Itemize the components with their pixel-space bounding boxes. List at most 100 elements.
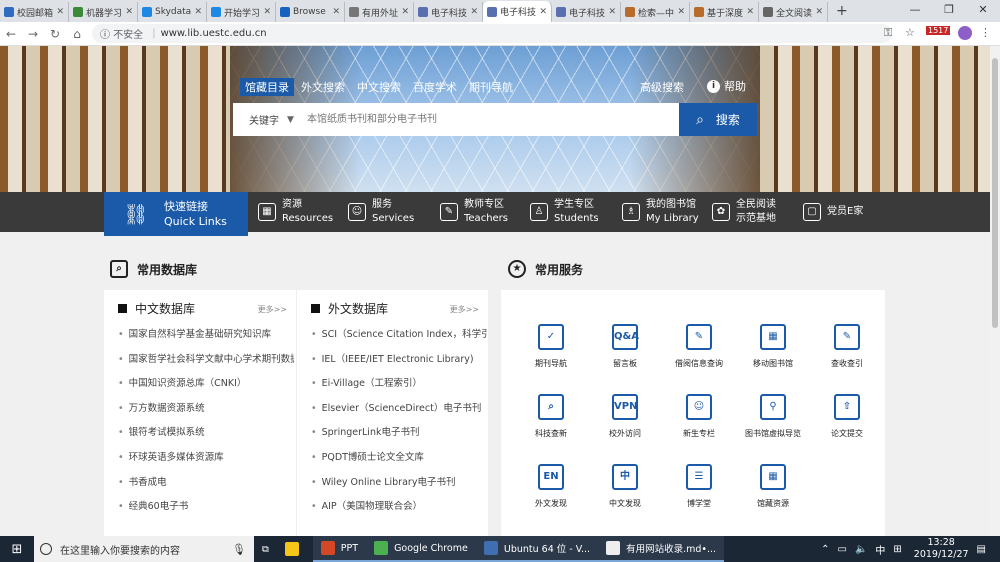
close-tab-icon[interactable]: ✕	[608, 7, 616, 17]
browser-tab[interactable]: 检索—中 ✕	[621, 2, 690, 22]
database-link[interactable]: PQDT博硕士论文全文库	[311, 451, 487, 476]
back-icon[interactable]: ←	[0, 27, 22, 41]
forward-icon[interactable]: →	[22, 27, 44, 41]
close-tab-icon[interactable]: ✕	[263, 7, 271, 17]
nav-item-students[interactable]: ♙ 学生专区 Students	[530, 192, 599, 232]
database-link[interactable]: Ei-Village（工程索引）	[311, 377, 487, 402]
close-tab-icon[interactable]: ✕	[470, 7, 478, 17]
network-icon[interactable]: ▭	[837, 544, 846, 555]
advanced-search-link[interactable]: 高级搜索	[640, 79, 684, 95]
browser-tab[interactable]: Skydata ✕	[138, 2, 207, 22]
service-item[interactable]: Q&A 留言板	[595, 324, 655, 369]
windows-start-icon[interactable]: ⊞	[0, 542, 34, 557]
key-icon[interactable]: ⚿	[884, 26, 892, 40]
maximize-button[interactable]: ❐	[932, 0, 966, 22]
database-link[interactable]: 国家自然科学基金基础研究知识库	[118, 328, 294, 353]
database-link[interactable]: 万方数据资源系统	[118, 402, 294, 427]
browser-tab[interactable]: 开始学习 ✕	[207, 2, 276, 22]
nav-item-my-library[interactable]: ♗ 我的图书馆 My Library	[622, 192, 699, 232]
search-button[interactable]: ⌕ 搜索	[679, 103, 757, 136]
service-item[interactable]: EN 外文发现	[521, 464, 581, 509]
page-scrollbar[interactable]	[990, 46, 1000, 536]
service-item[interactable]: 中中文发现	[595, 464, 655, 509]
reload-icon[interactable]: ↻	[44, 27, 66, 41]
browser-tab[interactable]: 全文阅读 ✕	[759, 2, 828, 22]
microphone-icon[interactable]: 🎙	[232, 543, 246, 556]
close-tab-icon[interactable]: ✕	[125, 7, 133, 17]
service-item[interactable]: ☰ 博学堂	[669, 464, 729, 509]
database-link[interactable]: Wiley Online Library电子书刊	[311, 476, 487, 501]
database-link[interactable]: 国家哲学社会科学文献中心学术期刊数据	[118, 353, 294, 378]
taskbar-app[interactable]: PPT	[312, 536, 367, 562]
close-window-button[interactable]: ✕	[966, 0, 1000, 22]
database-link[interactable]: 经典60电子书	[118, 500, 294, 525]
service-item[interactable]: ⌕ 科技查新	[521, 394, 581, 439]
browser-tab[interactable]: 电子科技 ✕	[483, 1, 552, 22]
browser-tab[interactable]: 电子科技 ✕	[414, 2, 483, 22]
nav-item-resources[interactable]: ▦ 资源 Resources	[258, 192, 333, 232]
database-link[interactable]: 中国知识资源总库（CNKI）	[118, 377, 294, 402]
service-item[interactable]: VPN 校外访问	[595, 394, 655, 439]
browser-tab[interactable]: 有用外址 ✕	[345, 2, 414, 22]
sticky-notes-icon[interactable]	[277, 536, 313, 562]
tray-chevron-icon[interactable]: ⌃	[821, 544, 829, 555]
close-tab-icon[interactable]: ✕	[332, 7, 340, 17]
service-item[interactable]: ⚲ 图书馆虚拟导览	[743, 394, 803, 439]
search-tab[interactable]: 期刊导航	[464, 78, 518, 96]
chinese-db-more-link[interactable]: 更多>>	[258, 304, 287, 315]
nav-item-[interactable]: ▢ 党员E家	[803, 192, 863, 232]
service-item[interactable]: ☺ 新生专栏	[669, 394, 729, 439]
service-item[interactable]: ⇧ 论文提交	[817, 394, 877, 439]
star-icon[interactable]: ☆	[905, 26, 915, 39]
database-link[interactable]: AIP（美国物理联合会）	[311, 500, 487, 525]
home-icon[interactable]: ⌂	[66, 27, 88, 41]
close-tab-icon[interactable]: ✕	[56, 7, 64, 17]
extension-badge[interactable]: 1517	[926, 26, 951, 35]
search-field-select[interactable]: 关键字 ▼	[233, 112, 303, 128]
database-link[interactable]: 环球英语多媒体资源库	[118, 451, 294, 476]
search-input[interactable]	[303, 103, 679, 136]
service-item[interactable]: ✎ 借阅信息查询	[669, 324, 729, 369]
service-item[interactable]: ▦ 馆藏资源	[743, 464, 803, 509]
database-link[interactable]: IEL（IEEE/IET Electronic Library)	[311, 353, 487, 378]
database-link[interactable]: 银符考试模拟系统	[118, 426, 294, 451]
database-link[interactable]: Elsevier（ScienceDirect）电子书刊	[311, 402, 487, 427]
search-tab[interactable]: 中文搜索	[352, 78, 406, 96]
taskbar-search[interactable]: 在这里输入你要搜索的内容 🎙	[34, 536, 254, 562]
service-item[interactable]: ✎ 查收查引	[817, 324, 877, 369]
close-tab-icon[interactable]: ✕	[401, 7, 409, 17]
close-tab-icon[interactable]: ✕	[194, 7, 202, 17]
close-tab-icon[interactable]: ✕	[746, 7, 754, 17]
ime-grid-icon[interactable]: ⊞	[893, 544, 901, 555]
nav-item-teachers[interactable]: ✎ 教师专区 Teachers	[440, 192, 508, 232]
ime-indicator[interactable]: 中	[875, 542, 885, 557]
search-tab[interactable]: 外文搜索	[296, 78, 350, 96]
browser-tab[interactable]: 机器学习 ✕	[69, 2, 138, 22]
close-tab-icon[interactable]: ✕	[539, 7, 547, 17]
new-tab-button[interactable]: +	[828, 2, 856, 22]
taskbar-app[interactable]: 有用网站收录.md•...	[598, 536, 725, 562]
browser-tab[interactable]: 基于深度 ✕	[690, 2, 759, 22]
nav-item-示范基地[interactable]: ✿ 全民阅读 示范基地	[712, 192, 776, 232]
menu-icon[interactable]: ⋮	[980, 26, 991, 39]
search-tab[interactable]: 百度学术	[408, 78, 462, 96]
help-link[interactable]: i 帮助	[707, 78, 746, 94]
database-link[interactable]: 书香成电	[118, 476, 294, 501]
browser-tab[interactable]: 电子科技 ✕	[552, 2, 621, 22]
browser-tab[interactable]: 校园邮箱 ✕	[0, 2, 69, 22]
service-item[interactable]: ✓ 期刊导航	[521, 324, 581, 369]
notifications-icon[interactable]: ▤	[977, 544, 986, 555]
database-link[interactable]: SpringerLink电子书刊	[311, 426, 487, 451]
avatar[interactable]	[958, 26, 972, 40]
minimize-button[interactable]: —	[898, 0, 932, 22]
foreign-db-more-link[interactable]: 更多>>	[450, 304, 479, 315]
taskbar-app[interactable]: Ubuntu 64 位 - V...	[475, 536, 599, 562]
quick-links-button[interactable]: ⛓ 快速链接 Quick Links	[104, 192, 248, 236]
database-link[interactable]: SCI（Science Citation Index，科学引文	[311, 328, 487, 353]
close-tab-icon[interactable]: ✕	[815, 7, 823, 17]
taskbar-app[interactable]: Google Chrome	[366, 536, 476, 562]
browser-tab[interactable]: Browse ✕	[276, 2, 345, 22]
close-tab-icon[interactable]: ✕	[677, 7, 685, 17]
search-tab[interactable]: 馆藏目录	[240, 78, 294, 96]
url-field[interactable]: ⓘ 不安全 | www.lib.uestc.edu.cn	[92, 24, 892, 43]
